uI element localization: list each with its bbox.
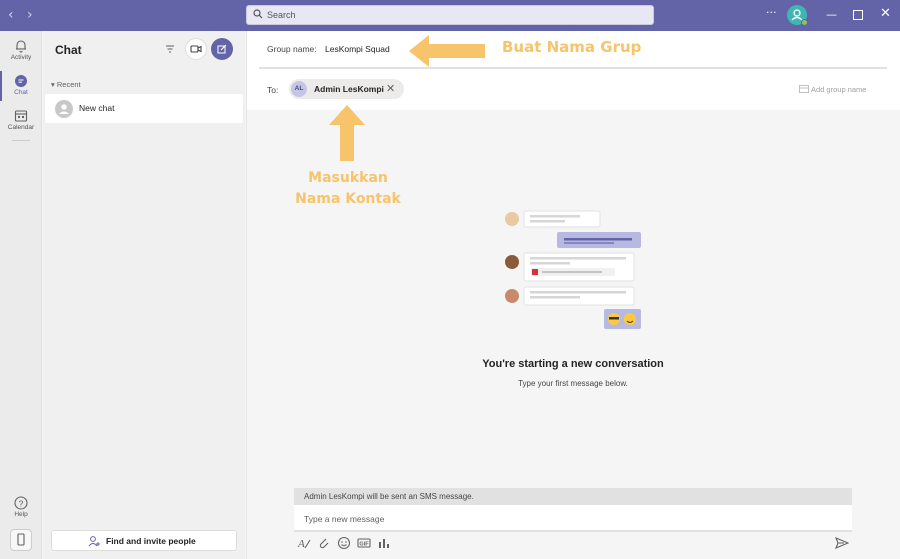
to-label: To: (267, 85, 279, 95)
gif-icon[interactable]: GIF (357, 536, 371, 550)
send-icon[interactable] (835, 536, 849, 550)
help-icon: ? (14, 496, 28, 510)
title-bar: ‹ › Search ··· — ✕ (0, 0, 900, 31)
search-icon (253, 9, 263, 19)
phone-icon (17, 533, 25, 546)
back-arrow-icon[interactable]: ‹ (8, 7, 14, 23)
calendar-icon (14, 110, 28, 122)
filter-button[interactable] (159, 38, 181, 60)
sms-notice: Admin LesKompi will be sent an SMS messa… (294, 488, 852, 505)
device-button[interactable] (10, 529, 32, 551)
rail-item-activity[interactable]: Activity (0, 36, 42, 66)
svg-text:?: ? (19, 498, 24, 508)
recent-label: Recent (56, 80, 81, 89)
recipient-name: Admin LesKompi (314, 84, 384, 94)
filter-icon (166, 45, 174, 53)
app-rail: Activity Chat Calendar ? Help (0, 31, 42, 559)
person-add-icon (88, 536, 100, 547)
search-placeholder: Search (267, 10, 296, 20)
conversation-illustration (505, 210, 641, 329)
person-icon (59, 104, 69, 114)
rail-label-calendar: Calendar (7, 124, 35, 131)
conversation-pane: Group name: LesKompi Squad To: AL Admin … (246, 31, 900, 559)
close-window-button[interactable]: ✕ (880, 6, 891, 21)
more-options-button[interactable]: ··· (766, 6, 777, 19)
recent-section-header[interactable]: ▾ Recent (51, 80, 81, 89)
attach-icon[interactable] (317, 536, 331, 550)
rail-label-chat: Chat (14, 89, 28, 96)
chat-icon (15, 75, 27, 87)
format-icon[interactable]: A (297, 536, 311, 550)
avatar-placeholder (55, 100, 73, 118)
svg-text:A: A (297, 538, 305, 550)
list-item-new-chat[interactable]: New chat (45, 94, 243, 123)
svg-text:GIF: GIF (359, 542, 369, 548)
rail-divider (12, 140, 30, 141)
sms-notice-text: Admin LesKompi will be sent an SMS messa… (304, 492, 474, 501)
find-invite-button[interactable]: Find and invite people (51, 530, 237, 551)
new-chat-label: New chat (79, 103, 115, 113)
group-name-icon (799, 85, 809, 93)
chat-list-panel: Chat ▾ Recent New chat Find and invite p… (43, 31, 245, 559)
add-group-name-button[interactable]: Add group name (811, 85, 866, 94)
find-invite-label: Find and invite people (106, 536, 196, 546)
rail-item-calendar[interactable]: Calendar (0, 106, 42, 136)
compose-placeholder: Type a new message (304, 514, 385, 524)
group-name-label: Group name: (267, 44, 317, 54)
rail-label-help: Help (14, 511, 28, 518)
empty-state-title: You're starting a new conversation (482, 358, 664, 370)
avatar-illustration-2 (505, 255, 519, 269)
bell-icon (16, 40, 26, 53)
remove-recipient-icon[interactable]: ✕ (386, 82, 395, 95)
rail-label-activity: Activity (10, 54, 32, 61)
profile-avatar[interactable] (787, 5, 808, 26)
rail-item-chat[interactable]: Chat (0, 71, 42, 101)
presence-available-icon (801, 19, 808, 26)
header-divider (259, 67, 887, 69)
annotation-contact-name: Masukkan Nama Kontak (293, 168, 403, 210)
avatar-illustration-1 (505, 212, 519, 226)
chat-list-title: Chat (55, 43, 82, 57)
search-box[interactable]: Search (246, 5, 654, 25)
annotation-contact-line1: Masukkan (308, 170, 388, 186)
avatar-illustration-3 (505, 289, 519, 303)
annotation-arrow-left-icon (409, 35, 485, 67)
group-name-input[interactable]: LesKompi Squad (325, 44, 390, 54)
maximize-button[interactable] (853, 10, 863, 20)
minimize-button[interactable]: — (826, 8, 837, 21)
emoji-icon[interactable] (337, 536, 351, 550)
recipient-chip[interactable]: AL Admin LesKompi ✕ (289, 79, 404, 99)
rail-item-help[interactable]: ? Help (0, 493, 42, 523)
recipient-avatar: AL (291, 81, 307, 97)
message-compose-box[interactable]: Type a new message (294, 505, 852, 532)
meet-now-button[interactable] (185, 38, 207, 60)
forward-arrow-icon[interactable]: › (27, 7, 33, 23)
annotation-contact-line2: Nama Kontak (295, 191, 401, 207)
compose-icon (217, 44, 227, 54)
annotation-group-name: Buat Nama Grup (502, 38, 642, 56)
video-camera-icon (190, 45, 202, 53)
new-chat-button[interactable] (211, 38, 233, 60)
poll-icon[interactable] (377, 536, 391, 550)
empty-state-subtitle: Type your first message below. (518, 379, 628, 388)
annotation-arrow-up-icon (329, 105, 365, 161)
